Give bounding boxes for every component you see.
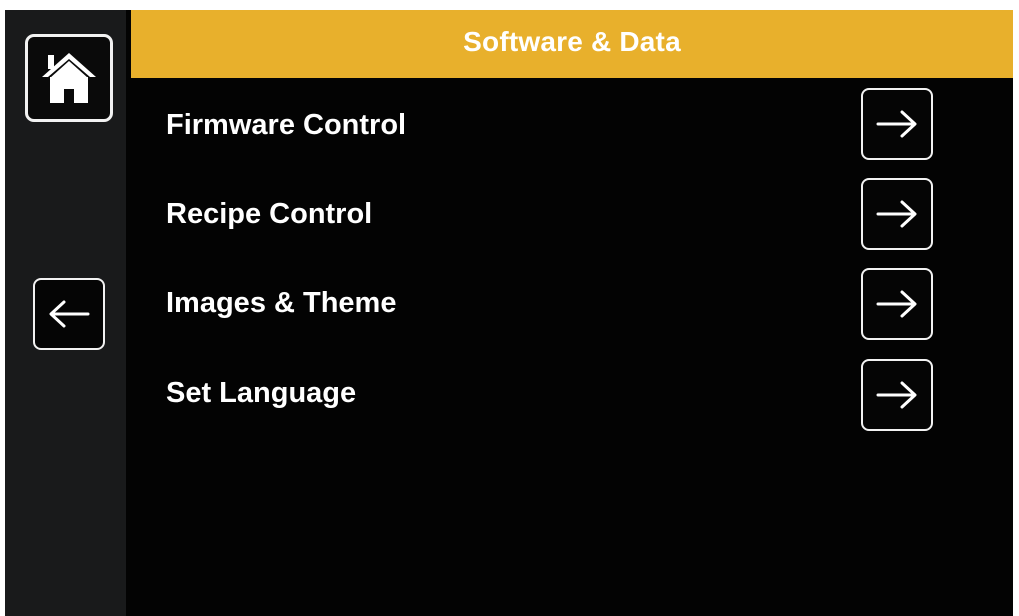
set-language-button[interactable] bbox=[861, 359, 933, 431]
firmware-control-button[interactable] bbox=[861, 88, 933, 160]
menu-item-firmware-control-label[interactable]: Firmware Control bbox=[166, 111, 406, 140]
arrow-right-icon bbox=[874, 380, 920, 410]
arrow-right-icon bbox=[874, 199, 920, 229]
arrow-right-icon bbox=[874, 109, 920, 139]
arrow-right-icon bbox=[874, 289, 920, 319]
menu-item-set-language-label[interactable]: Set Language bbox=[166, 379, 356, 408]
device-screen: Software & Data Firmware Control Recipe … bbox=[0, 0, 1019, 616]
home-icon bbox=[38, 47, 100, 109]
menu-item-images-theme-label[interactable]: Images & Theme bbox=[166, 289, 396, 318]
menu-item-recipe-control-label[interactable]: Recipe Control bbox=[166, 200, 372, 229]
arrow-left-icon bbox=[46, 299, 92, 329]
home-button[interactable] bbox=[25, 34, 113, 122]
back-button[interactable] bbox=[33, 278, 105, 350]
images-theme-button[interactable] bbox=[861, 268, 933, 340]
recipe-control-button[interactable] bbox=[861, 178, 933, 250]
header-bar: Software & Data bbox=[131, 10, 1013, 78]
page-title: Software & Data bbox=[463, 26, 681, 57]
